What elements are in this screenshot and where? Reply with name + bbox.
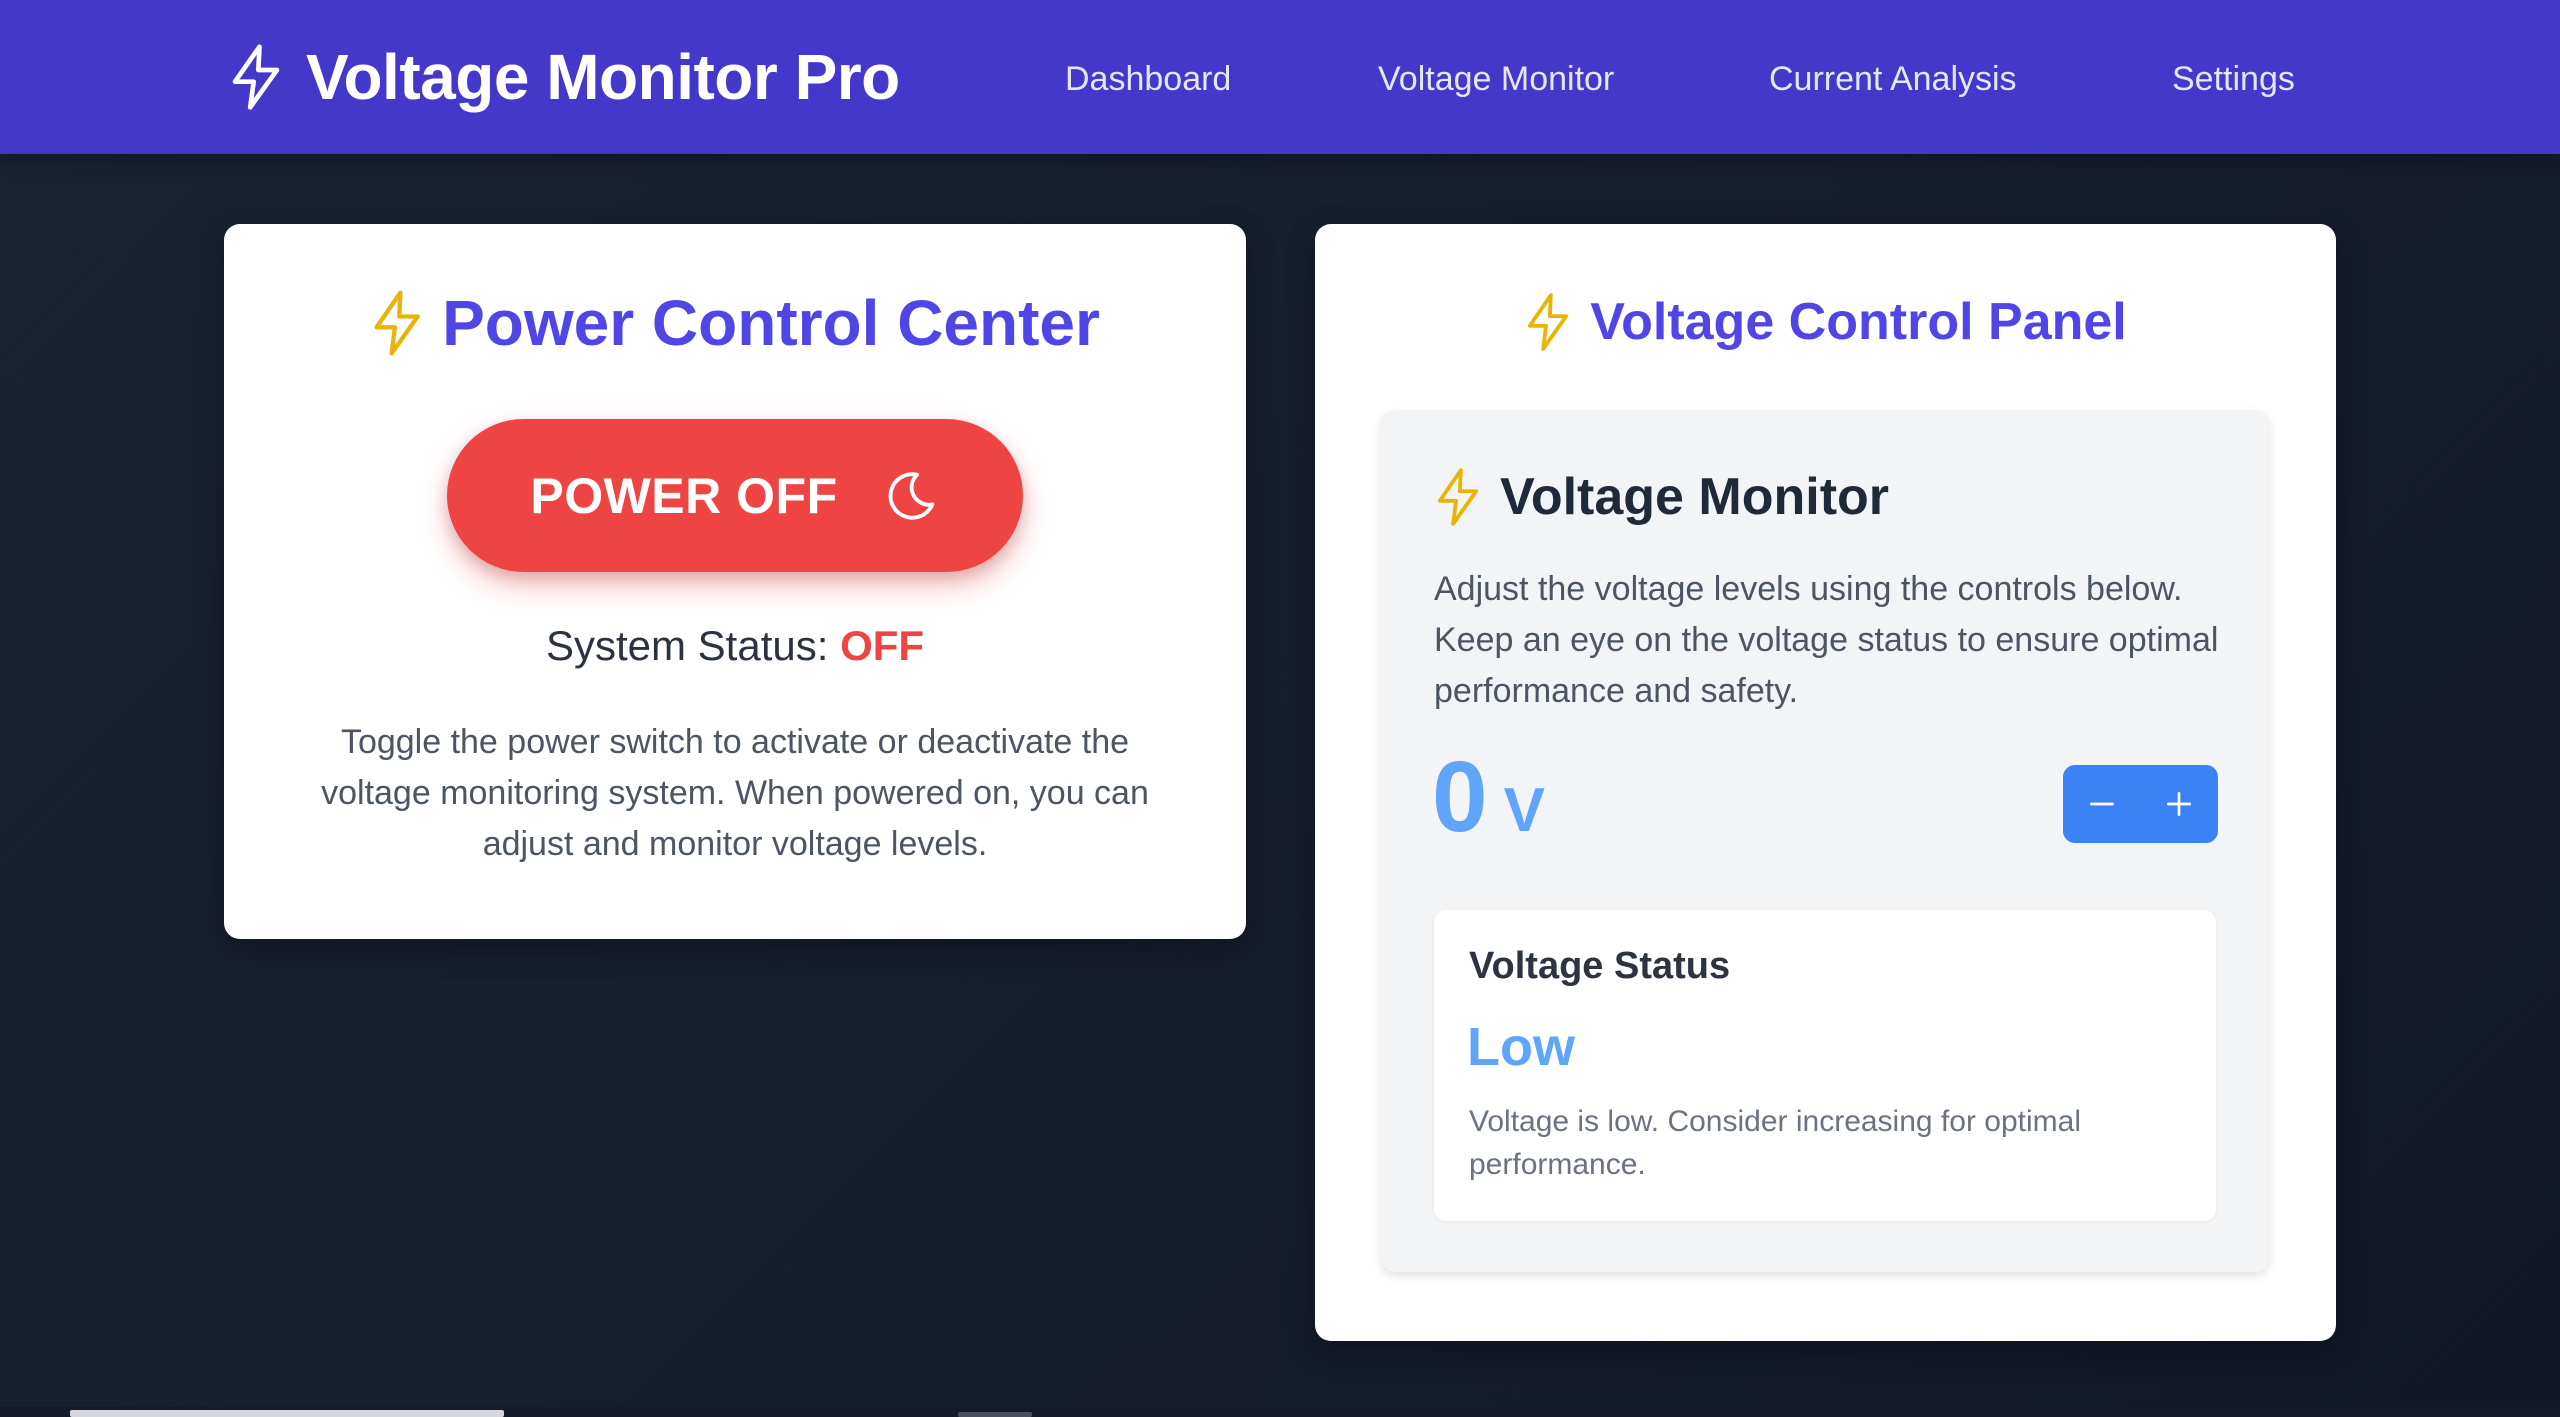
- nav-link-dashboard[interactable]: Dashboard: [1065, 54, 1231, 104]
- voltage-unit: V: [1503, 776, 1545, 845]
- nav-link-voltage-monitor[interactable]: Voltage Monitor: [1378, 54, 1614, 104]
- brand[interactable]: Voltage Monitor Pro: [228, 38, 900, 116]
- voltage-readout: 0V: [1432, 740, 1545, 853]
- lightning-bolt-icon: [1528, 293, 1569, 351]
- power-toggle-button[interactable]: POWER OFF: [447, 419, 1023, 572]
- power-card-header: Power Control Center: [224, 286, 1246, 360]
- nav-link-label: Dashboard: [1065, 59, 1232, 98]
- voltage-panel-title: Voltage Control Panel: [1590, 293, 2127, 351]
- minus-icon: [2089, 802, 2114, 806]
- voltage-panel-header: Voltage Control Panel: [1315, 292, 2336, 352]
- plus-icon: [2167, 792, 2192, 816]
- system-status: System Status: OFF: [224, 622, 1246, 670]
- power-card-description: Toggle the power switch to activate or d…: [321, 723, 1149, 863]
- system-status-label: System Status:: [545, 622, 829, 669]
- voltage-monitor-description: Adjust the voltage levels using the cont…: [1434, 570, 2219, 710]
- top-navbar: Voltage Monitor Pro Dashboard Voltage Mo…: [0, 0, 2560, 154]
- voltage-status-title: Voltage Status: [1469, 945, 1731, 987]
- scrollbar-thumb[interactable]: [70, 1410, 504, 1417]
- nav-link-label: Voltage Monitor: [1378, 59, 1615, 98]
- lightning-bolt-icon: [1437, 468, 1479, 526]
- moon-icon: [888, 471, 934, 520]
- nav-link-settings[interactable]: Settings: [2172, 54, 2295, 104]
- power-button-label: POWER OFF: [530, 467, 838, 524]
- lightning-bolt-icon: [232, 44, 280, 110]
- nav-link-label: Settings: [2172, 59, 2295, 98]
- power-card-title: Power Control Center: [442, 287, 1100, 359]
- nav-link-current-analysis[interactable]: Current Analysis: [1769, 54, 2017, 104]
- nav-link-label: Current Analysis: [1769, 59, 2017, 98]
- voltage-status-value: Low: [1467, 1017, 1575, 1077]
- decrease-voltage-button[interactable]: [2063, 765, 2141, 843]
- voltage-monitor-header: Voltage Monitor: [1434, 462, 1889, 532]
- increase-voltage-button[interactable]: [2141, 765, 2219, 843]
- voltage-stepper: [2063, 765, 2218, 843]
- voltage-value: 0: [1432, 741, 1488, 853]
- scrollbar-indicator: [958, 1412, 1032, 1417]
- brand-title: Voltage Monitor Pro: [306, 41, 900, 113]
- lightning-bolt-icon: [374, 290, 420, 356]
- voltage-status-note: Voltage is low. Consider increasing for …: [1469, 1105, 2081, 1181]
- system-status-value: OFF: [840, 622, 925, 669]
- voltage-monitor-title: Voltage Monitor: [1500, 468, 1890, 526]
